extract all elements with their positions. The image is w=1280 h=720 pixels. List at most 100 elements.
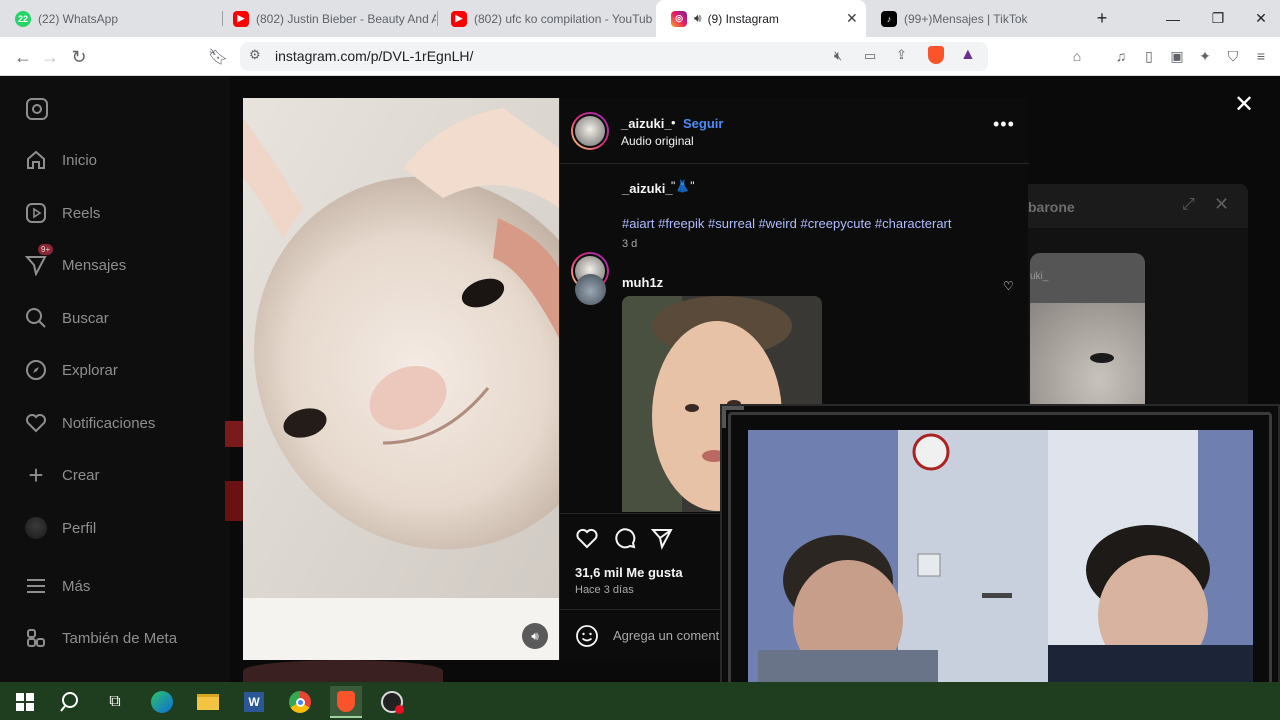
- reload-icon[interactable]: ↻: [67, 45, 91, 69]
- tab-label: (9) Instagram: [707, 11, 779, 26]
- muted-icon[interactable]: 🔇︎: [834, 48, 842, 64]
- windows-start-icon[interactable]: [9, 686, 41, 718]
- post-image: [243, 98, 559, 660]
- sidebar-item-reels[interactable]: Reels: [24, 198, 100, 228]
- expand-icon[interactable]: ⤢: [1182, 196, 1195, 214]
- chat-header: barone ⤢ ✕: [1028, 184, 1248, 228]
- tab-instagram[interactable]: ◎ 🔊︎ (9) Instagram ✕: [656, 0, 866, 37]
- sidebar-item-crear[interactable]: + Crear: [24, 460, 100, 490]
- close-chat-icon[interactable]: ✕: [1214, 194, 1229, 215]
- brave-icon[interactable]: [330, 686, 362, 718]
- sidebar-item-label: Explorar: [62, 361, 118, 379]
- new-tab-icon[interactable]: +: [1079, 0, 1125, 37]
- youtube-icon: ▶: [451, 10, 467, 27]
- sidebar-item-label: Crear: [62, 466, 100, 484]
- home-icon: [24, 148, 48, 172]
- shared-post-preview[interactable]: uki_: [1030, 253, 1145, 413]
- browser-menu-icon[interactable]: ≡: [1252, 47, 1270, 65]
- speaker-icon: 🔊︎: [694, 11, 702, 25]
- sidebar-item-label: Buscar: [62, 309, 109, 327]
- wallet-icon[interactable]: ▣: [1168, 47, 1186, 65]
- sidebar-item-notificaciones[interactable]: Notificaciones: [24, 408, 155, 438]
- instagram-logo-icon[interactable]: [26, 98, 48, 120]
- brave-shield-icon[interactable]: [928, 46, 944, 64]
- forward-icon[interactable]: →: [38, 45, 62, 69]
- window-close-icon[interactable]: ✕: [1238, 0, 1280, 37]
- sidebar-item-mas[interactable]: Más: [24, 571, 90, 601]
- tiktok-icon: ♪: [881, 10, 897, 27]
- emoji-icon[interactable]: [575, 624, 599, 653]
- youtube-icon: ▶: [233, 10, 249, 27]
- chat-title: barone: [1028, 199, 1075, 215]
- post-header: _aizuki_ • Seguir Audio original •••: [560, 98, 1029, 164]
- webcam-scene: [748, 430, 1253, 693]
- share-icon[interactable]: ⇪: [896, 47, 907, 63]
- author-username[interactable]: _aizuki_: [621, 116, 672, 131]
- comment-input[interactable]: Agrega un coment: [613, 628, 719, 643]
- reading-list-icon[interactable]: ⌂: [1068, 47, 1086, 65]
- file-explorer-icon[interactable]: [192, 686, 224, 718]
- close-tab-icon[interactable]: ✕: [846, 10, 858, 27]
- background-thumbnail: [243, 660, 443, 682]
- sidebar-item-perfil[interactable]: Perfil: [24, 513, 96, 543]
- leo-ai-icon[interactable]: ✦: [1196, 47, 1214, 65]
- windows-taskbar: ⧉ W: [0, 682, 1280, 720]
- comment-like-icon[interactable]: ♡: [1003, 279, 1014, 293]
- chrome-icon[interactable]: [284, 686, 316, 718]
- word-icon[interactable]: W: [238, 686, 270, 718]
- comment-username[interactable]: muh1z: [622, 275, 663, 290]
- task-view-icon[interactable]: ⧉: [99, 686, 131, 718]
- follow-button[interactable]: Seguir: [683, 116, 723, 131]
- sidebar-item-explorar[interactable]: Explorar: [24, 355, 118, 385]
- minimize-icon[interactable]: —: [1150, 0, 1196, 37]
- restore-icon[interactable]: ❐: [1195, 0, 1241, 37]
- volume-icon[interactable]: 🔊︎: [522, 623, 548, 649]
- sidebar-item-tambien-de-meta[interactable]: También de Meta: [24, 623, 177, 653]
- like-icon[interactable]: [575, 526, 599, 555]
- tab-tiktok[interactable]: ♪ (99+)Mensajes | TikTok: [866, 0, 1082, 37]
- background-thumbnail: [225, 421, 243, 447]
- sidebar-item-label: Más: [62, 577, 91, 595]
- url-text[interactable]: instagram.com/p/DVL-1rEgnLH/: [275, 48, 473, 64]
- caption-hashtags[interactable]: #aiart #freepik #surreal #weird #creepyc…: [622, 215, 1002, 233]
- edge-icon[interactable]: [146, 686, 178, 718]
- reels-icon: [24, 201, 48, 225]
- author-avatar[interactable]: [571, 112, 609, 150]
- post-date: Hace 3 días: [575, 584, 634, 596]
- post-media[interactable]: 🔊︎: [243, 98, 559, 660]
- taskbar-search-icon[interactable]: [54, 686, 86, 718]
- caption-username[interactable]: _aizuki_: [622, 181, 673, 196]
- whatsapp-icon: 22: [15, 10, 31, 27]
- tab-whatsapp[interactable]: 22 (22) WhatsApp: [0, 0, 222, 37]
- media-icon[interactable]: ♫: [1112, 47, 1130, 65]
- close-modal-icon[interactable]: ✕: [1234, 90, 1254, 119]
- more-options-icon[interactable]: •••: [993, 114, 1015, 135]
- site-settings-icon[interactable]: ⚙: [249, 47, 261, 63]
- audio-label[interactable]: Audio original: [621, 134, 694, 148]
- meta-icon: [24, 626, 48, 650]
- sidebar-item-inicio[interactable]: Inicio: [24, 145, 97, 175]
- back-icon[interactable]: ←: [11, 45, 35, 69]
- sidebar-item-label: Notificaciones: [62, 414, 156, 432]
- url-field[interactable]: ⚙ instagram.com/p/DVL-1rEgnLH/ 🔇︎ ▭ ⇪ ▲: [240, 42, 988, 71]
- webcam-video: [748, 430, 1253, 693]
- sidebar-item-label: Perfil: [62, 519, 97, 537]
- commenter-avatar[interactable]: [575, 274, 606, 305]
- tab-youtube-bieber[interactable]: ▶ (802) Justin Bieber - Beauty And A: [218, 0, 436, 37]
- sidebar-icon[interactable]: ▯: [1140, 47, 1158, 65]
- sidebar-item-buscar[interactable]: Buscar: [24, 303, 109, 333]
- bookmark-icon[interactable]: 🔖︎: [206, 45, 230, 69]
- vpn-icon[interactable]: ⛉: [1224, 47, 1242, 65]
- obs-icon[interactable]: [376, 686, 408, 718]
- tab-youtube-ufc[interactable]: ▶ (802) ufc ko compilation - YouTub: [436, 0, 654, 37]
- sidebar-item-mensajes[interactable]: 9+ Mensajes: [24, 244, 126, 280]
- comment-icon[interactable]: [613, 526, 637, 555]
- webcam-overlay: [720, 404, 1280, 720]
- explore-icon: [24, 358, 48, 382]
- tab-label: (802) Justin Bieber - Beauty And A: [256, 11, 436, 26]
- share-icon[interactable]: [650, 526, 674, 555]
- likes-count[interactable]: 31,6 mil Me gusta: [575, 565, 683, 580]
- brave-rewards-icon[interactable]: ▲: [960, 46, 976, 64]
- tab-label: (802) ufc ko compilation - YouTub: [474, 11, 653, 26]
- cast-icon[interactable]: ▭: [864, 48, 876, 64]
